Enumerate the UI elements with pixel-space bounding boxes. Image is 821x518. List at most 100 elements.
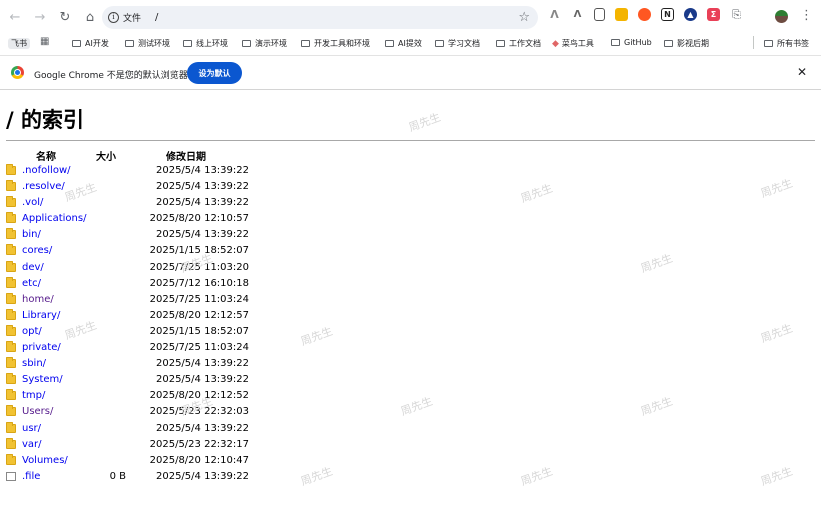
folder-icon — [6, 405, 16, 417]
watermark-text: 周先生 — [638, 394, 675, 419]
back-arrow-icon[interactable]: ← — [4, 6, 26, 28]
extension-clipboard-icon[interactable] — [594, 8, 605, 21]
entry-link[interactable]: cores/ — [22, 243, 52, 259]
default-browser-infobar: Google Chrome 不是您的默认浏览器 设为默认 ✕ — [0, 55, 821, 90]
entry-link[interactable]: dev/ — [22, 260, 44, 276]
entry-link[interactable]: usr/ — [22, 421, 41, 437]
bookmark-folder-ai-efficiency[interactable]: AI提效 — [385, 38, 422, 49]
bookmark-folder-ai-dev[interactable]: AI开发 — [72, 38, 109, 49]
watermark-text: 周先生 — [298, 464, 335, 489]
bookmark-folder-demo-env[interactable]: 演示环境 — [242, 38, 287, 49]
table-row: .resolve/2025/5/4 13:39:22 — [0, 179, 300, 195]
bookmark-folder-github[interactable]: GitHub — [611, 38, 652, 47]
column-header-date[interactable]: 修改日期 — [166, 148, 206, 163]
bookmark-label: 影视后期 — [677, 39, 709, 48]
entry-date: 2025/5/4 13:39:22 — [155, 181, 249, 193]
page-title: / 的索引 — [6, 108, 84, 132]
entry-link[interactable]: System/ — [22, 372, 63, 388]
table-row: home/2025/7/25 11:03:24 — [0, 292, 300, 308]
entry-link[interactable]: tmp/ — [22, 388, 45, 404]
entry-link[interactable]: sbin/ — [22, 356, 46, 372]
folder-icon — [242, 40, 251, 47]
home-icon[interactable]: ⌂ — [79, 6, 101, 28]
bookmark-label: 开发工具和环境 — [314, 39, 370, 48]
bookmark-feishu[interactable]: 飞书 — [8, 38, 30, 49]
close-icon[interactable]: ✕ — [797, 65, 807, 79]
folder-icon — [6, 292, 16, 304]
bookmark-label: 工作文档 — [509, 39, 541, 48]
folder-icon — [6, 180, 16, 192]
entry-link[interactable]: home/ — [22, 292, 54, 308]
site-info-chip[interactable]: i 文件 — [108, 11, 141, 24]
menu-dots-icon[interactable]: ⋮ — [800, 9, 813, 22]
folder-icon — [6, 308, 16, 320]
watermark-text: 周先生 — [638, 251, 675, 276]
watermark-text: 周先生 — [758, 464, 795, 489]
profile-avatar[interactable] — [775, 10, 788, 23]
extension-arch-icon[interactable]: Λ — [571, 8, 584, 21]
column-header-size[interactable]: 大小 — [96, 148, 116, 163]
set-default-button[interactable]: 设为默认 — [187, 62, 242, 84]
extensions-puzzle-icon[interactable]: ⎘ — [730, 8, 743, 21]
table-row: System/2025/5/4 13:39:22 — [0, 372, 300, 388]
forward-arrow-icon[interactable]: → — [29, 6, 51, 28]
entry-link[interactable]: Volumes/ — [22, 453, 68, 469]
entry-link[interactable]: Library/ — [22, 308, 60, 324]
entry-date: 2025/5/4 13:39:22 — [155, 422, 249, 434]
extension-yellow-icon[interactable] — [615, 8, 628, 21]
folder-icon — [764, 40, 773, 47]
bookmark-folder-dev-tools[interactable]: 开发工具和环境 — [301, 38, 370, 49]
extension-blue-icon[interactable]: ▲ — [684, 8, 697, 21]
bookmark-folder-video-post[interactable]: 影视后期 — [664, 38, 709, 49]
entry-link[interactable]: .vol/ — [22, 195, 43, 211]
bookmark-folder-all-bookmarks[interactable]: 所有书签 — [764, 38, 809, 49]
folder-icon — [125, 40, 134, 47]
entry-link[interactable]: .resolve/ — [22, 179, 65, 195]
entry-date: 2025/7/25 11:03:24 — [149, 293, 249, 305]
entry-link[interactable]: bin/ — [22, 227, 41, 243]
folder-icon — [183, 40, 192, 47]
entry-link[interactable]: Users/ — [22, 404, 53, 420]
entry-link[interactable]: Applications/ — [22, 211, 86, 227]
folder-icon — [6, 228, 16, 240]
bookmark-star-icon[interactable]: ☆ — [518, 10, 530, 25]
entry-link[interactable]: var/ — [22, 437, 42, 453]
extension-notion-icon[interactable]: N — [661, 8, 674, 21]
entry-date: 2025/7/25 11:03:24 — [149, 342, 249, 354]
entry-date: 2025/5/4 13:39:22 — [155, 470, 249, 482]
extension-a-icon[interactable]: Λ — [548, 8, 561, 21]
bookmark-folder-test-env[interactable]: 测试环境 — [125, 38, 170, 49]
bookmark-folder-work-docs[interactable]: 工作文档 — [496, 38, 541, 49]
table-row: opt/2025/1/15 18:52:07 — [0, 324, 300, 340]
column-header-name[interactable]: 名称 — [36, 148, 56, 163]
entry-link[interactable]: opt/ — [22, 324, 42, 340]
reload-icon[interactable]: ↻ — [54, 6, 76, 28]
file-icon — [6, 471, 16, 481]
entry-date: 2025/5/4 13:39:22 — [155, 197, 249, 209]
address-bar[interactable]: i 文件 / ☆ — [102, 6, 538, 29]
table-row: Volumes/2025/8/20 12:10:47 — [0, 453, 300, 469]
url-text[interactable]: / — [155, 12, 158, 23]
entry-date: 2025/1/15 18:52:07 — [149, 325, 249, 337]
infobar-message: Google Chrome 不是您的默认浏览器 — [34, 71, 188, 81]
watermark-text: 周先生 — [518, 464, 555, 489]
folder-icon — [6, 212, 16, 224]
extension-orange-icon[interactable] — [638, 8, 651, 21]
bookmarks-bar: 飞书 ▦ AI开发 测试环境 线上环境 演示环境 开发工具和环境 AI提效 学习… — [0, 34, 821, 52]
extension-red-icon[interactable]: Σ — [707, 8, 720, 21]
folder-icon — [6, 421, 16, 433]
apps-grid-icon[interactable]: ▦ — [40, 36, 49, 47]
watermark-text: 周先生 — [518, 181, 555, 206]
folder-icon — [6, 276, 16, 288]
entry-link[interactable]: etc/ — [22, 276, 41, 292]
entry-date: 2025/5/4 13:39:22 — [155, 165, 249, 176]
entry-link[interactable]: private/ — [22, 340, 61, 356]
table-row: Library/2025/8/20 12:12:57 — [0, 308, 300, 324]
table-row: var/2025/5/23 22:32:17 — [0, 437, 300, 453]
bookmark-runoob[interactable]: ◆ 菜鸟工具 — [552, 38, 594, 49]
entry-size: 0 B — [109, 470, 126, 482]
bookmark-folder-prod-env[interactable]: 线上环境 — [183, 38, 228, 49]
entry-link[interactable]: .nofollow/ — [22, 163, 71, 179]
bookmark-folder-study-docs[interactable]: 学习文档 — [435, 38, 480, 49]
entry-link[interactable]: .file — [22, 469, 40, 485]
